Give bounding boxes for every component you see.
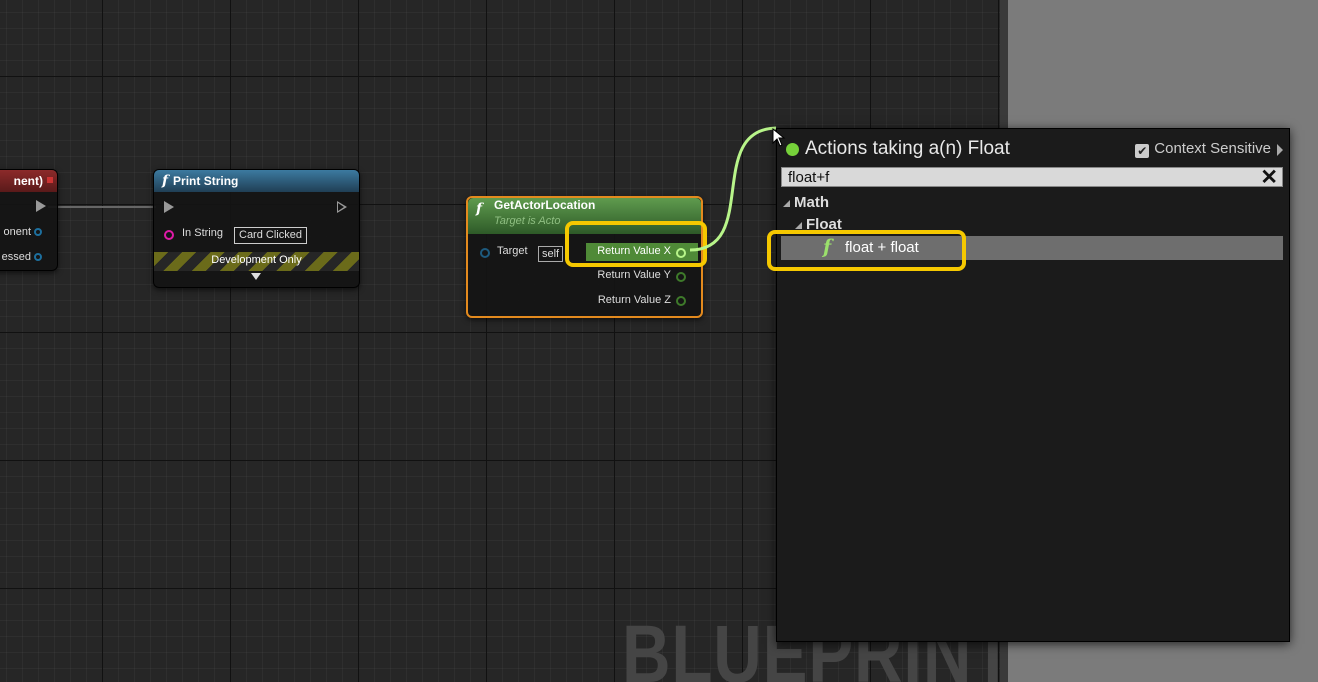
context-sensitive-toggle[interactable]: ✔ Context Sensitive xyxy=(1135,140,1271,158)
category-math[interactable]: Math xyxy=(783,194,829,211)
mouse-cursor-icon xyxy=(772,128,786,147)
collapse-triangle-icon[interactable] xyxy=(795,222,802,229)
search-input[interactable] xyxy=(782,168,1248,186)
collapse-triangle-icon[interactable] xyxy=(783,200,790,207)
chevron-right-icon[interactable] xyxy=(1277,144,1283,156)
search-field[interactable]: ✕ xyxy=(781,165,1283,190)
category-math-label: Math xyxy=(794,194,829,211)
float-plus-float-highlight xyxy=(767,230,966,271)
checkmark-icon[interactable]: ✔ xyxy=(1135,144,1150,158)
clear-search-icon[interactable]: ✕ xyxy=(1260,165,1278,190)
action-menu[interactable]: Actions taking a(n) Float ✔ Context Sensi… xyxy=(776,128,1290,642)
context-sensitive-label: Context Sensitive xyxy=(1154,140,1271,157)
action-menu-title: Actions taking a(n) Float xyxy=(805,138,1010,159)
float-pin-type-icon xyxy=(786,143,799,156)
